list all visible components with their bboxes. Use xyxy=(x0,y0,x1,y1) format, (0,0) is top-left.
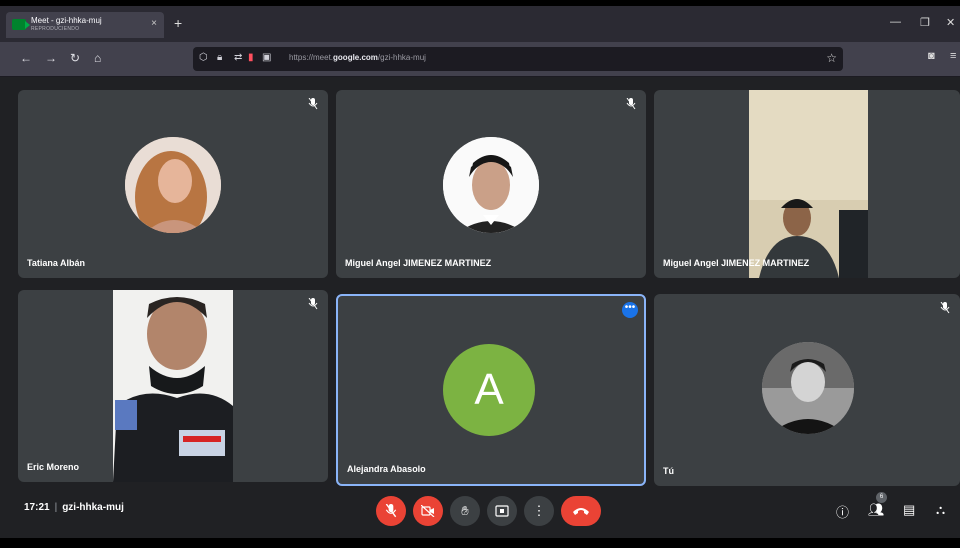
forward-icon[interactable]: → xyxy=(45,51,57,65)
raise-hand-button[interactable]: ✋︎ xyxy=(450,496,480,526)
participant-tile[interactable]: Miguel Angel JIMENEZ MARTINEZ xyxy=(336,90,646,278)
browser-tab-bar: Meet - gzi-hhka-muj REPRODUCIENDO × + — … xyxy=(0,6,960,42)
chat-icon[interactable]: ▤ xyxy=(903,502,915,518)
meeting-code: gzi-hhka-muj xyxy=(62,502,124,513)
hand-icon: ✋︎ xyxy=(461,503,469,518)
avatar xyxy=(762,342,854,434)
new-tab-button[interactable]: + xyxy=(174,15,182,31)
activities-icon[interactable]: ⛬ xyxy=(936,502,945,518)
menu-icon[interactable]: ≡ xyxy=(950,50,956,62)
leave-call-button[interactable] xyxy=(561,496,601,526)
mic-toggle-button[interactable] xyxy=(376,496,406,526)
avatar xyxy=(443,137,539,233)
camera-off-icon xyxy=(420,504,435,518)
tile-options-button[interactable]: ••• xyxy=(622,302,638,318)
people-icon[interactable]: 👥︎ xyxy=(868,502,885,518)
participant-name: Tatiana Albán xyxy=(27,258,86,268)
participant-tile[interactable]: Tatiana Albán xyxy=(18,90,328,278)
mic-off-icon xyxy=(308,298,318,310)
tab-title: Meet - gzi-hhka-muj xyxy=(31,16,102,25)
camera-toggle-button[interactable] xyxy=(413,496,443,526)
participant-video xyxy=(113,290,233,482)
home-icon[interactable]: ⌂ xyxy=(94,51,101,65)
participant-tile[interactable]: Eric Moreno xyxy=(18,290,328,482)
permissions-icon[interactable]: ⇄ xyxy=(234,52,242,63)
participant-name: Tú xyxy=(663,466,674,476)
shield-icon[interactable]: ⬡ xyxy=(199,52,208,63)
maximize-icon[interactable]: ❐ xyxy=(920,16,930,29)
meeting-separator: | xyxy=(54,502,58,513)
more-options-button[interactable]: ⋮ xyxy=(524,496,554,526)
tab-subtitle: REPRODUCIENDO xyxy=(31,26,80,32)
address-bar[interactable]: ⬡ 🔒︎ ⇄ ▮ ▣ https://meet.google.com/gzi-h… xyxy=(193,47,843,71)
participant-tile-active[interactable]: ••• A Alejandra Abasolo xyxy=(336,294,646,486)
participant-name: Miguel Angel JIMENEZ MARTINEZ xyxy=(345,258,492,268)
participant-name: Eric Moreno xyxy=(27,462,80,472)
present-icon xyxy=(495,505,509,517)
more-vert-icon: ⋮ xyxy=(532,503,546,518)
mic-off-icon xyxy=(385,503,397,518)
screen-share-icon[interactable]: ▣ xyxy=(262,52,271,63)
tab-close-button[interactable]: × xyxy=(151,18,157,29)
screen: Meet - gzi-hhka-muj REPRODUCIENDO × + — … xyxy=(0,6,960,538)
present-button[interactable] xyxy=(487,496,517,526)
mic-off-icon xyxy=(308,98,318,110)
recording-indicator-icon: ▮ xyxy=(248,52,254,63)
browser-nav-bar: ← → ↻ ⌂ ⬡ 🔒︎ ⇄ ▮ ▣ https://meet.google.c… xyxy=(0,42,960,77)
avatar-letter: A xyxy=(443,344,535,436)
mic-off-icon xyxy=(626,98,636,110)
participant-video xyxy=(749,90,868,278)
reload-icon[interactable]: ↻ xyxy=(70,51,80,65)
end-call-icon xyxy=(573,508,589,515)
info-icon[interactable]: ⓘ xyxy=(836,502,849,521)
minimize-icon[interactable]: — xyxy=(890,16,901,28)
back-icon[interactable]: ← xyxy=(20,51,32,65)
meeting-info: 17:21 | gzi-hhka-muj xyxy=(24,502,124,513)
lock-icon[interactable]: 🔒︎ xyxy=(217,52,222,63)
participant-tile[interactable]: Miguel Angel JIMENEZ MARTINEZ xyxy=(654,90,960,278)
close-window-icon[interactable]: ✕ xyxy=(946,16,955,29)
participant-name: Alejandra Abasolo xyxy=(347,464,426,474)
meeting-time: 17:21 xyxy=(24,502,50,513)
mic-off-icon xyxy=(940,302,950,314)
url-text: https://meet.google.com/gzi-hhka-muj xyxy=(289,53,426,62)
participant-tile[interactable]: Tú xyxy=(654,294,960,486)
pocket-icon[interactable]: ◙ xyxy=(928,50,935,62)
meet-favicon-icon xyxy=(12,19,30,30)
avatar xyxy=(125,137,221,233)
participant-name: Miguel Angel JIMENEZ MARTINEZ xyxy=(663,258,810,268)
bookmark-star-icon[interactable]: ☆ xyxy=(826,51,837,65)
browser-tab[interactable]: Meet - gzi-hhka-muj REPRODUCIENDO × xyxy=(6,12,164,38)
